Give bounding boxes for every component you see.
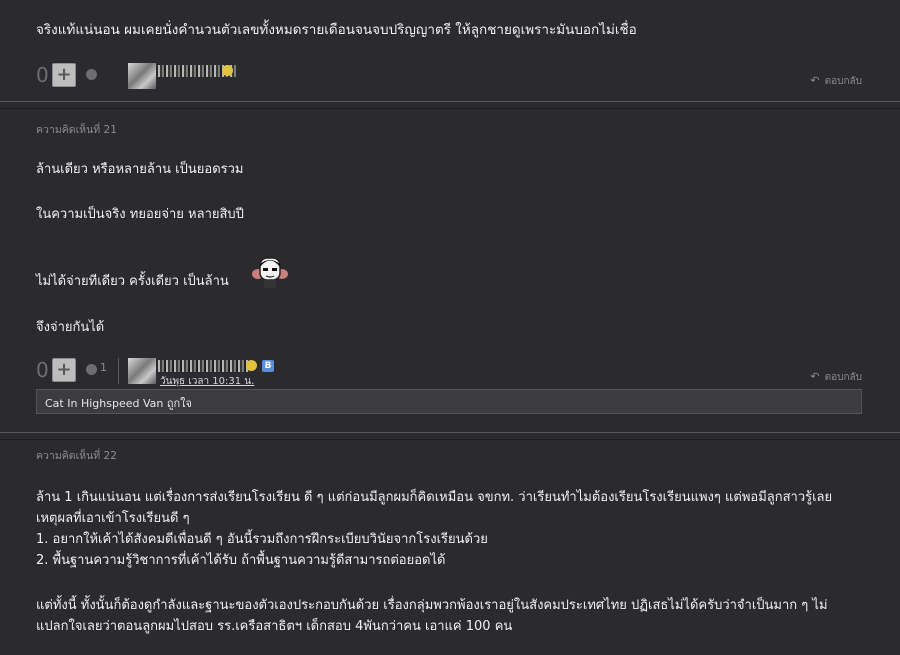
comment-number-label: ความคิดเห็นที่ 21 — [36, 124, 117, 136]
emotion-icon[interactable] — [86, 69, 97, 80]
emotion-count: 1 — [100, 361, 107, 374]
emotion-icon[interactable] — [86, 364, 97, 375]
liked-by-box: Cat In Highspeed Van ถูกใจ — [36, 389, 862, 414]
member-badge: B — [262, 360, 274, 372]
reply-button[interactable]: ↶ ตอบกลับ — [810, 74, 862, 89]
comment-divider-shadow — [0, 439, 900, 440]
vote-plus-button[interactable]: + — [52, 358, 76, 382]
comment-line: ล้าน 1 เกินแน่นอน แต่เรื่องการส่งเรียนโร… — [36, 490, 833, 505]
vote-plus-button[interactable]: + — [52, 63, 76, 87]
meta-separator — [118, 358, 119, 384]
post-date[interactable]: วันพุธ เวลา 10:31 น. — [160, 374, 254, 389]
comment-number-label: ความคิดเห็นที่ 22 — [36, 450, 117, 462]
comment-line: ไม่ได้จ่ายทีเดียว ครั้งเดียว เป็นล้าน — [36, 274, 229, 289]
reply-label: ตอบกลับ — [824, 76, 862, 87]
liked-by-text[interactable]: Cat In Highspeed Van ถูกใจ — [45, 394, 192, 412]
comment-20-meta: 0 + — [36, 63, 866, 95]
smiley-icon — [246, 360, 257, 371]
reply-arrow-icon: ↶ — [810, 370, 820, 383]
avatar[interactable] — [128, 358, 156, 384]
reply-label: ตอบกลับ — [824, 372, 862, 383]
sticker-emoticon — [252, 257, 288, 288]
comment-line: แต่ทั้งนี้ ทั้งนั้นก็ต้องดูกำลังและฐานะข… — [36, 598, 828, 613]
comment-line: จึงจ่ายกันได้ — [36, 320, 105, 335]
vote-score: 0 — [36, 63, 49, 87]
comment-line: 1. อยากให้เค้าได้สังคมดีเพื่อนดี ๆ อันนี… — [36, 532, 488, 547]
comment-21-meta: 0 + 1 B วันพุธ เวลา 10:31 น. — [36, 358, 866, 390]
comment-line: 2. พื้นฐานความรู้วิชาการที่เค้าได้รับ ถ้… — [36, 553, 446, 568]
comment-20-text: จริงแท้แน่นอน ผมเคยนั่งคำนวนตัวเลขทั้งหม… — [36, 22, 637, 38]
avatar[interactable] — [128, 63, 156, 89]
comment-divider — [0, 101, 900, 102]
comment-divider — [0, 432, 900, 433]
smiley-icon — [222, 65, 233, 76]
comment-divider-shadow — [0, 108, 900, 109]
comment-line: แปลกใจเลยว่าตอนลูกผมไปสอบ รร.เครือสาธิตฯ… — [36, 619, 513, 634]
vote-score: 0 — [36, 358, 49, 382]
reply-arrow-icon: ↶ — [810, 74, 820, 87]
censored-username — [158, 360, 250, 372]
comment-line: ในความเป็นจริง ทยอยจ่าย หลายสิบปี — [36, 207, 244, 222]
comment-line: เหตุผลที่เอาเข้าโรงเรียนดี ๆ — [36, 511, 190, 526]
comment-line: ล้านเดียว หรือหลายล้าน เป็นยอดรวม — [36, 162, 244, 177]
reply-button[interactable]: ↶ ตอบกลับ — [810, 370, 862, 385]
